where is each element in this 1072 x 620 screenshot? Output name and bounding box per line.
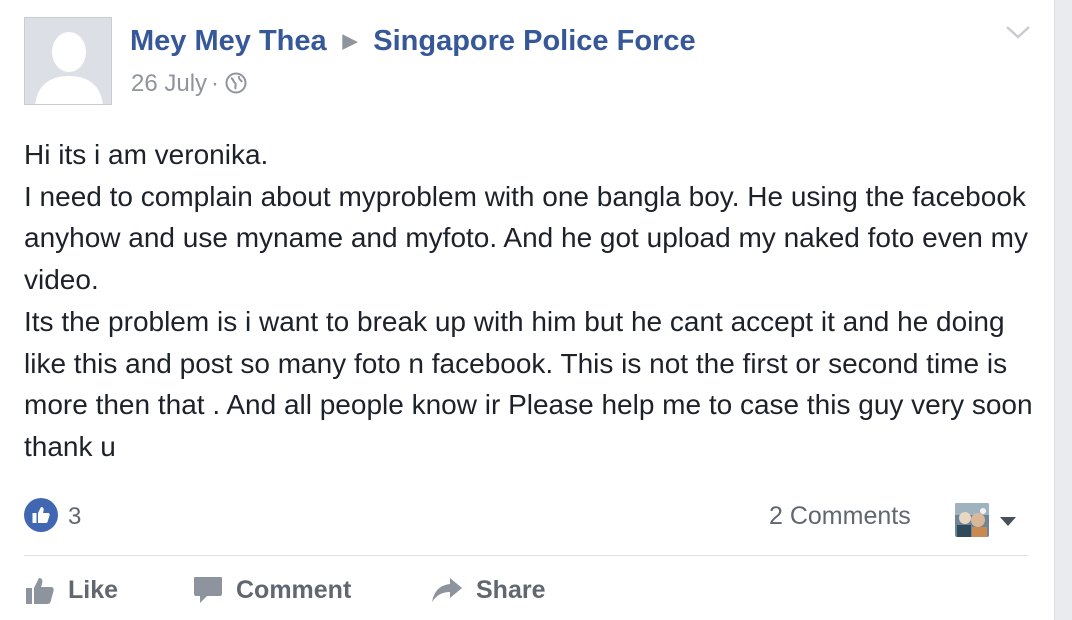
post-header-title: Mey Mey Thea ▶ Singapore Police Force: [130, 22, 696, 61]
share-arrow-icon: [432, 578, 462, 602]
chevron-down-icon[interactable]: [1005, 24, 1031, 45]
post-paragraph: I need to complain about myproblem with …: [24, 180, 1028, 296]
comment-label: Comment: [236, 576, 352, 604]
meta-separator: ·: [211, 70, 220, 97]
like-count: 3: [68, 503, 82, 530]
thumbs-up-icon: [26, 578, 54, 604]
facebook-post: Mey Mey Thea ▶ Singapore Police Force 26 J…: [0, 0, 1054, 620]
globe-icon[interactable]: [225, 71, 247, 103]
default-profile-icon: [25, 18, 111, 104]
like-label: Like: [68, 576, 119, 604]
page-right-edge: [1054, 0, 1072, 620]
triangle-right-icon: ▶: [342, 31, 358, 52]
share-label: Share: [476, 576, 546, 604]
post-paragraph: Hi its i am veronika.: [24, 139, 269, 170]
comments-count-link[interactable]: 2 Comments: [769, 500, 911, 532]
caret-down-icon[interactable]: [999, 515, 1017, 533]
post-body: Hi its i am veronika. I need to complain…: [24, 134, 1034, 468]
target-page-name[interactable]: Singapore Police Force: [373, 25, 695, 57]
post-paragraph: Its the problem is i want to break up wi…: [24, 305, 1033, 462]
divider: [24, 555, 1028, 556]
avatar[interactable]: [24, 17, 112, 105]
like-badge-icon: [24, 498, 58, 532]
like-button[interactable]: Like: [24, 570, 134, 610]
posting-as-avatar[interactable]: [955, 503, 989, 537]
post-meta: 26 July ·: [131, 68, 247, 103]
comment-button[interactable]: Comment: [192, 570, 372, 610]
share-button[interactable]: Share: [430, 570, 560, 610]
post-date[interactable]: 26 July: [131, 70, 207, 97]
comment-bubble-icon: [194, 577, 222, 603]
author-name[interactable]: Mey Mey Thea: [130, 25, 327, 57]
